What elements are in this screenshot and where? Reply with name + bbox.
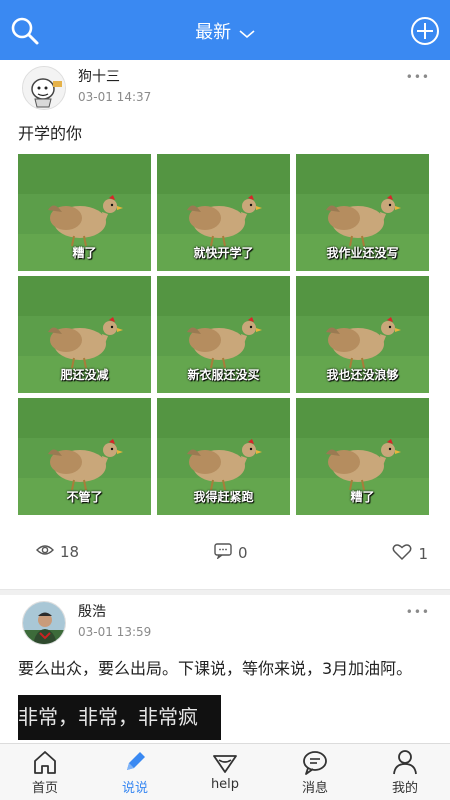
- post-image[interactable]: 我也还没浪够: [296, 276, 429, 393]
- post-image[interactable]: 就快开学了: [157, 154, 290, 271]
- post-text: 开学的你: [18, 124, 83, 143]
- tab-label: 说说: [121, 781, 148, 796]
- image-caption: 就快开学了: [193, 246, 254, 260]
- comment-button[interactable]: 0: [214, 543, 248, 563]
- feed-list[interactable]: 狗十三 03-01 14:37 ••• 开学的你 糟了 就快开学了 我作业还没写肥还…: [0, 60, 450, 743]
- tab-profile[interactable]: 我的: [360, 744, 450, 800]
- post-header: 殷浩 03-01 13:59 •••: [18, 595, 432, 651]
- top-bar: 最新: [0, 0, 450, 60]
- more-options-icon[interactable]: •••: [406, 70, 430, 84]
- post-text: 要么出众，要么出局。下课说，等你来说，3月加油阿。: [18, 659, 413, 678]
- post-header: 狗十三 03-01 14:37 •••: [18, 60, 432, 116]
- avatar[interactable]: [22, 66, 66, 110]
- video-thumbnail[interactable]: 非常，非常，非常疯: [18, 695, 221, 740]
- tab-label: help: [210, 777, 240, 792]
- post-image[interactable]: 我得赶紧跑: [157, 398, 290, 515]
- image-caption: 肥还没减: [60, 368, 109, 382]
- views-value: 18: [60, 543, 80, 561]
- tab-messages[interactable]: 消息: [270, 744, 360, 800]
- post-image[interactable]: 不管了: [18, 398, 151, 515]
- help-icon: [211, 748, 239, 776]
- post-actions: 18 0 1: [18, 515, 432, 589]
- post-card: 狗十三 03-01 14:37 ••• 开学的你 糟了 就快开学了 我作业还没写肥还…: [0, 60, 450, 589]
- comments-value: 0: [238, 544, 248, 562]
- tab-posts[interactable]: 说说: [90, 744, 180, 800]
- tab-home[interactable]: 首页: [0, 744, 90, 800]
- post-username[interactable]: 殷浩: [78, 601, 106, 621]
- add-circle-icon[interactable]: [408, 14, 442, 48]
- bottom-tab-bar: 首页 说说 help 消息 我的: [0, 743, 450, 800]
- tab-help[interactable]: help: [180, 744, 270, 800]
- tab-label: 消息: [301, 781, 328, 796]
- app-root: 最新 狗十三 03-01 14:37 ••• 开学的你 糟了 就快开学了 我作业…: [0, 0, 450, 800]
- heart-icon: [392, 543, 412, 565]
- home-icon: [31, 748, 59, 776]
- message-icon: [301, 748, 329, 776]
- post-username[interactable]: 狗十三: [78, 66, 120, 86]
- image-caption: 糟了: [350, 490, 375, 504]
- image-grid: 糟了 就快开学了 我作业还没写肥还没减 新衣服还没买 我也还没浪够不管了 我得赶紧跑 糟了: [18, 154, 432, 515]
- image-caption: 我作业还没写: [326, 246, 399, 260]
- like-button[interactable]: 1: [392, 543, 428, 565]
- post-image[interactable]: 我作业还没写: [296, 154, 429, 271]
- likes-value: 1: [418, 545, 428, 563]
- person-icon: [391, 748, 419, 776]
- feed-filter-dropdown[interactable]: 最新: [0, 18, 450, 44]
- pencil-icon: [121, 748, 149, 776]
- eye-icon: [36, 543, 54, 561]
- post-card: 殷浩 03-01 13:59 ••• 要么出众，要么出局。下课说，等你来说，3月…: [0, 595, 450, 740]
- post-image[interactable]: 肥还没减: [18, 276, 151, 393]
- tab-label: 首页: [31, 781, 58, 796]
- comment-icon: [214, 543, 232, 563]
- image-caption: 新衣服还没买: [187, 368, 260, 382]
- post-image[interactable]: 糟了: [296, 398, 429, 515]
- image-caption: 糟了: [72, 246, 97, 260]
- post-image[interactable]: 新衣服还没买: [157, 276, 290, 393]
- more-options-icon[interactable]: •••: [406, 605, 430, 619]
- post-image[interactable]: 糟了: [18, 154, 151, 271]
- video-caption: 非常，非常，非常疯: [18, 705, 198, 729]
- views-count: 18: [36, 543, 79, 561]
- avatar[interactable]: [22, 601, 66, 645]
- chevron-down-icon: [239, 23, 255, 44]
- image-caption: 不管了: [66, 490, 103, 504]
- image-caption: 我也还没浪够: [326, 368, 399, 382]
- tab-label: 我的: [391, 781, 418, 796]
- image-caption: 我得赶紧跑: [193, 490, 254, 504]
- post-time: 03-01 14:37: [78, 90, 152, 104]
- feed-filter-label: 最新: [195, 22, 232, 43]
- post-time: 03-01 13:59: [78, 625, 152, 639]
